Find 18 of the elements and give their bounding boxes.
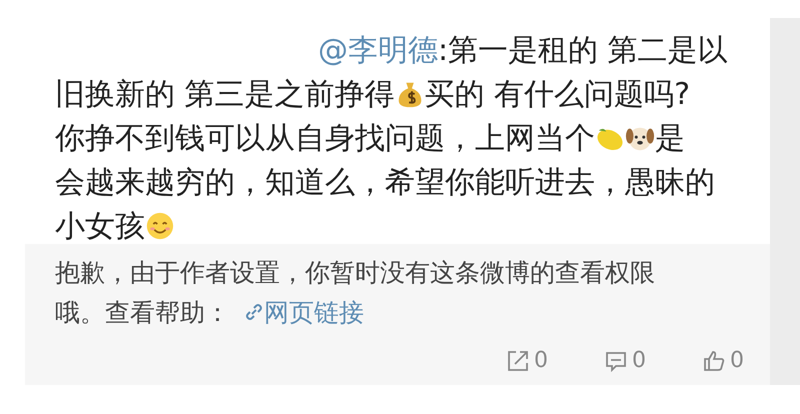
comment-text: :第一是租的 第二是以 xyxy=(438,32,728,70)
permission-notice: 哦。查看帮助： xyxy=(55,296,230,328)
comment-text: 小女孩 xyxy=(55,208,145,246)
action-button[interactable]: 0 xyxy=(702,348,744,373)
comment-text: 旧换新的 第三是之前挣得 xyxy=(55,76,395,114)
comment-text: 买的 有什么问题吗? xyxy=(424,76,690,114)
comment-text: 会越来越穷的，知道么，希望你能听进去，愚昧的 xyxy=(55,164,715,202)
share-icon xyxy=(506,348,530,372)
user-mention[interactable]: @李明德 xyxy=(318,30,438,70)
comment-text: 是 xyxy=(655,120,685,158)
permission-notice: 抱歉，由于作者设置，你暂时没有这条微博的查看权限 xyxy=(55,256,655,288)
smiling-face-icon xyxy=(145,211,175,241)
web-link[interactable]: 网页链接 xyxy=(244,296,364,328)
comment-text: 你挣不到钱可以从自身找问题，上网当个 xyxy=(55,120,595,158)
action-button[interactable]: 0 xyxy=(506,348,548,373)
thumbs-up-icon xyxy=(702,348,726,372)
action-button[interactable]: 0 xyxy=(604,348,646,373)
link-icon xyxy=(244,302,264,322)
